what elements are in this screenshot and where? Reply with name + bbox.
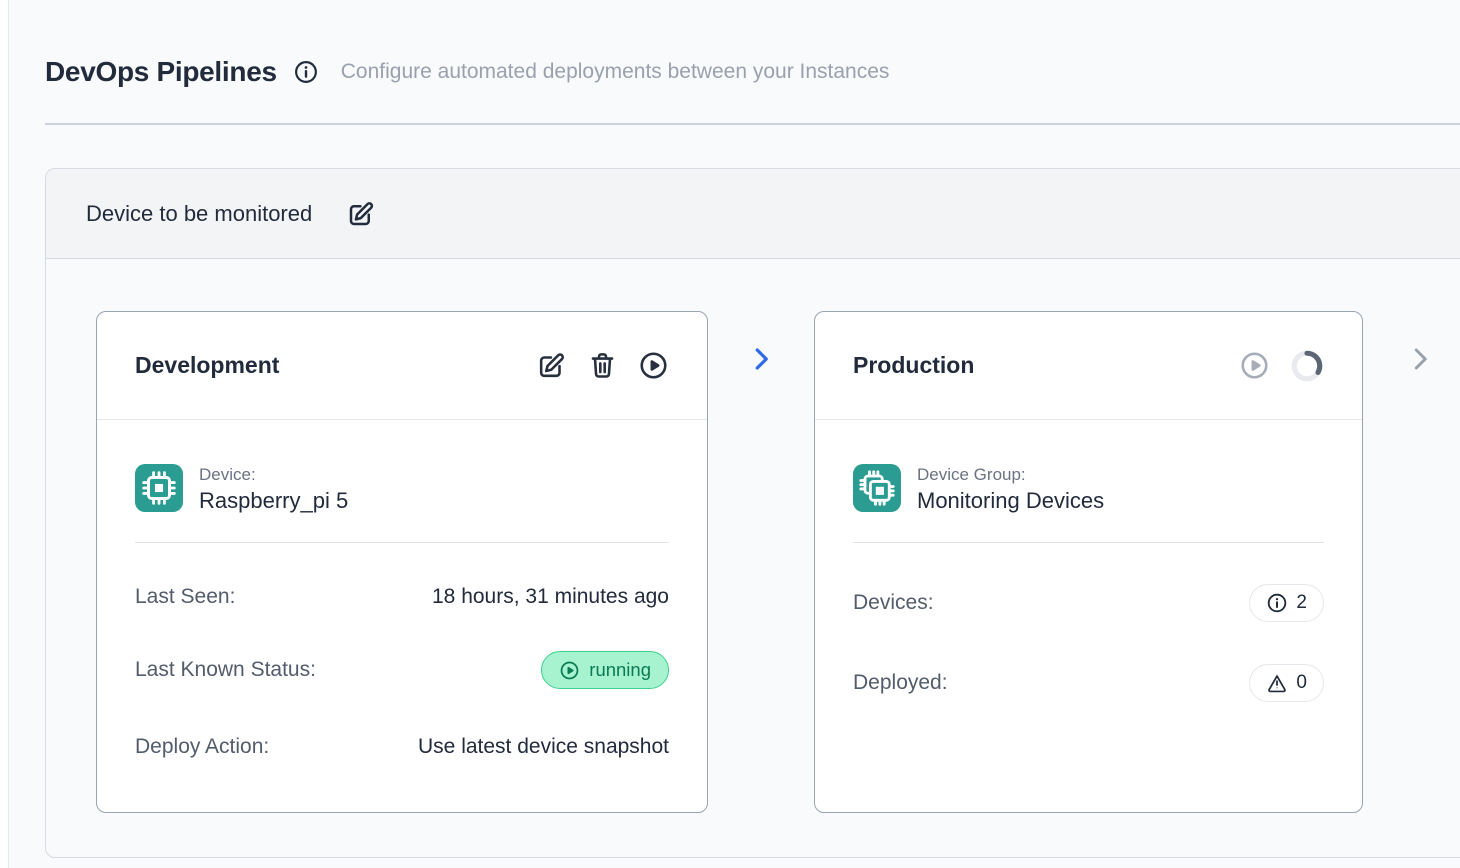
development-actions bbox=[536, 350, 669, 381]
status-badge-label: running bbox=[589, 659, 651, 681]
cpu-chip-group-icon bbox=[859, 470, 895, 506]
stage-title: Development bbox=[135, 352, 536, 379]
production-card-body: Device Group: Monitoring Devices Devices… bbox=[815, 464, 1362, 702]
play-circle-icon[interactable] bbox=[1239, 350, 1270, 381]
info-icon[interactable] bbox=[293, 59, 319, 85]
devops-pipelines-page: DevOps Pipelines Configure automated dep… bbox=[0, 0, 1460, 868]
page-subtitle: Configure automated deployments between … bbox=[341, 60, 890, 84]
production-actions bbox=[1239, 349, 1324, 383]
deploy-action-row: Deploy Action: Use latest device snapsho… bbox=[135, 735, 669, 759]
device-group-label: Device Group: bbox=[917, 465, 1104, 485]
deploy-action-label: Deploy Action: bbox=[135, 735, 269, 759]
device-label: Device: bbox=[199, 465, 348, 485]
last-seen-row: Last Seen: 18 hours, 31 minutes ago bbox=[135, 585, 669, 609]
device-identity-text: Device: Raspberry_pi 5 bbox=[199, 464, 348, 514]
loading-spinner bbox=[1290, 349, 1324, 383]
pipeline-flow-arrow bbox=[708, 311, 814, 374]
development-card-header: Development bbox=[97, 312, 707, 420]
last-seen-label: Last Seen: bbox=[135, 585, 235, 609]
stage-title: Production bbox=[853, 352, 1239, 379]
devices-count: 2 bbox=[1296, 592, 1307, 614]
deployed-count: 0 bbox=[1296, 672, 1307, 694]
last-seen-value: 18 hours, 31 minutes ago bbox=[432, 585, 669, 609]
last-known-status-label: Last Known Status: bbox=[135, 658, 316, 682]
chevron-right-icon bbox=[1405, 344, 1435, 374]
stage-card-development: Development Device: Raspberr bbox=[96, 311, 708, 813]
next-stage-chevron[interactable] bbox=[1405, 311, 1435, 374]
device-group-avatar bbox=[853, 464, 901, 512]
devices-count-pill[interactable]: 2 bbox=[1249, 584, 1324, 622]
warning-triangle-icon bbox=[1266, 672, 1288, 694]
pipeline-section-header: Device to be monitored bbox=[46, 169, 1460, 259]
info-circle-icon bbox=[1266, 592, 1288, 614]
status-badge: running bbox=[541, 651, 669, 689]
pipeline-name: Device to be monitored bbox=[86, 201, 312, 227]
chevron-right-icon bbox=[746, 344, 776, 374]
cpu-chip-icon bbox=[141, 470, 177, 506]
device-group-name: Monitoring Devices bbox=[917, 488, 1104, 514]
stage-card-production: Production D bbox=[814, 311, 1363, 813]
development-card-body: Device: Raspberry_pi 5 Last Seen: 18 hou… bbox=[97, 464, 707, 759]
card-divider bbox=[135, 542, 669, 543]
device-name: Raspberry_pi 5 bbox=[199, 488, 348, 514]
left-rail-divider bbox=[8, 0, 9, 868]
devices-label: Devices: bbox=[853, 591, 934, 615]
device-avatar bbox=[135, 464, 183, 512]
trash-icon[interactable] bbox=[587, 350, 618, 381]
device-identity-row: Device: Raspberry_pi 5 bbox=[135, 464, 669, 514]
deployed-count-pill[interactable]: 0 bbox=[1249, 664, 1324, 702]
last-known-status-row: Last Known Status: running bbox=[135, 651, 669, 689]
device-group-identity-text: Device Group: Monitoring Devices bbox=[917, 464, 1104, 514]
pipeline-stages-row: Development Device: Raspberr bbox=[46, 259, 1460, 813]
edit-icon[interactable] bbox=[536, 350, 567, 381]
page-title: DevOps Pipelines bbox=[45, 56, 277, 88]
deployed-label: Deployed: bbox=[853, 671, 948, 695]
deployed-row: Deployed: 0 bbox=[853, 664, 1324, 702]
pipeline-section-card: Device to be monitored Development bbox=[45, 168, 1460, 858]
page-header: DevOps Pipelines Configure automated dep… bbox=[45, 56, 889, 88]
edit-icon[interactable] bbox=[346, 199, 376, 229]
device-group-identity-row: Device Group: Monitoring Devices bbox=[853, 464, 1324, 514]
header-divider bbox=[45, 123, 1460, 125]
devices-row: Devices: 2 bbox=[853, 584, 1324, 622]
deploy-action-value: Use latest device snapshot bbox=[418, 735, 669, 759]
production-card-header: Production bbox=[815, 312, 1362, 420]
left-rail bbox=[0, 0, 8, 868]
play-circle-icon bbox=[559, 660, 580, 681]
card-divider bbox=[853, 542, 1324, 543]
play-circle-icon[interactable] bbox=[638, 350, 669, 381]
